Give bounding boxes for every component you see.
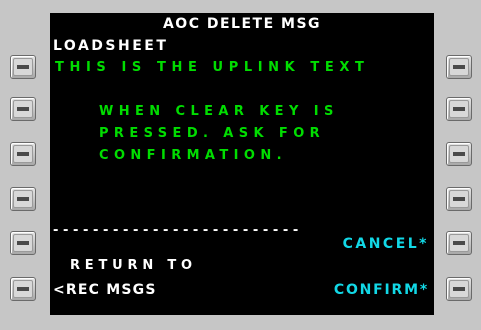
lsk-face: [449, 190, 469, 208]
lsk-5l-button[interactable]: [10, 231, 36, 255]
dash-icon: [17, 287, 29, 291]
dash-icon: [17, 107, 29, 111]
lsk-face: [449, 280, 469, 298]
lsk-face: [13, 58, 33, 76]
lsk-5r-button[interactable]: [446, 231, 472, 255]
lsk-6l-button[interactable]: [10, 277, 36, 301]
lsk-face: [13, 100, 33, 118]
dash-icon: [453, 287, 465, 291]
message-line-3: CONFIRMATION.: [99, 148, 287, 163]
lsk-6r-button[interactable]: [446, 277, 472, 301]
lsk-face: [13, 234, 33, 252]
confirm-prompt[interactable]: CONFIRM*: [334, 279, 429, 301]
lsk-face: [13, 280, 33, 298]
dash-icon: [17, 197, 29, 201]
lsk-face: [449, 234, 469, 252]
lsk-face: [13, 145, 33, 163]
lsk-1r-button[interactable]: [446, 55, 472, 79]
mcdu-bezel: AOC DELETE MSG LOADSHEET THIS IS THE UPL…: [0, 0, 481, 330]
lsk-1l-button[interactable]: [10, 55, 36, 79]
return-to-label: RETURN TO: [70, 258, 197, 273]
message-line-2: PRESSED. ASK FOR: [99, 126, 326, 141]
lsk-2l-button[interactable]: [10, 97, 36, 121]
dash-icon: [453, 65, 465, 69]
page-title: AOC DELETE MSG: [162, 16, 322, 32]
uplink-text: THIS IS THE UPLINK TEXT: [55, 60, 370, 75]
lsk-face: [449, 58, 469, 76]
dash-icon: [17, 241, 29, 245]
lsk-3l-button[interactable]: [10, 142, 36, 166]
lsk-4r-button[interactable]: [446, 187, 472, 211]
lsk-4l-button[interactable]: [10, 187, 36, 211]
dash-icon: [17, 152, 29, 156]
lsk-face: [13, 190, 33, 208]
message-label: LOADSHEET: [53, 38, 169, 54]
dash-icon: [453, 197, 465, 201]
mcdu-display: AOC DELETE MSG LOADSHEET THIS IS THE UPL…: [50, 13, 434, 315]
dash-icon: [17, 65, 29, 69]
message-line-1: WHEN CLEAR KEY IS: [99, 104, 339, 119]
cancel-prompt[interactable]: CANCEL*: [343, 233, 429, 255]
dash-icon: [453, 241, 465, 245]
